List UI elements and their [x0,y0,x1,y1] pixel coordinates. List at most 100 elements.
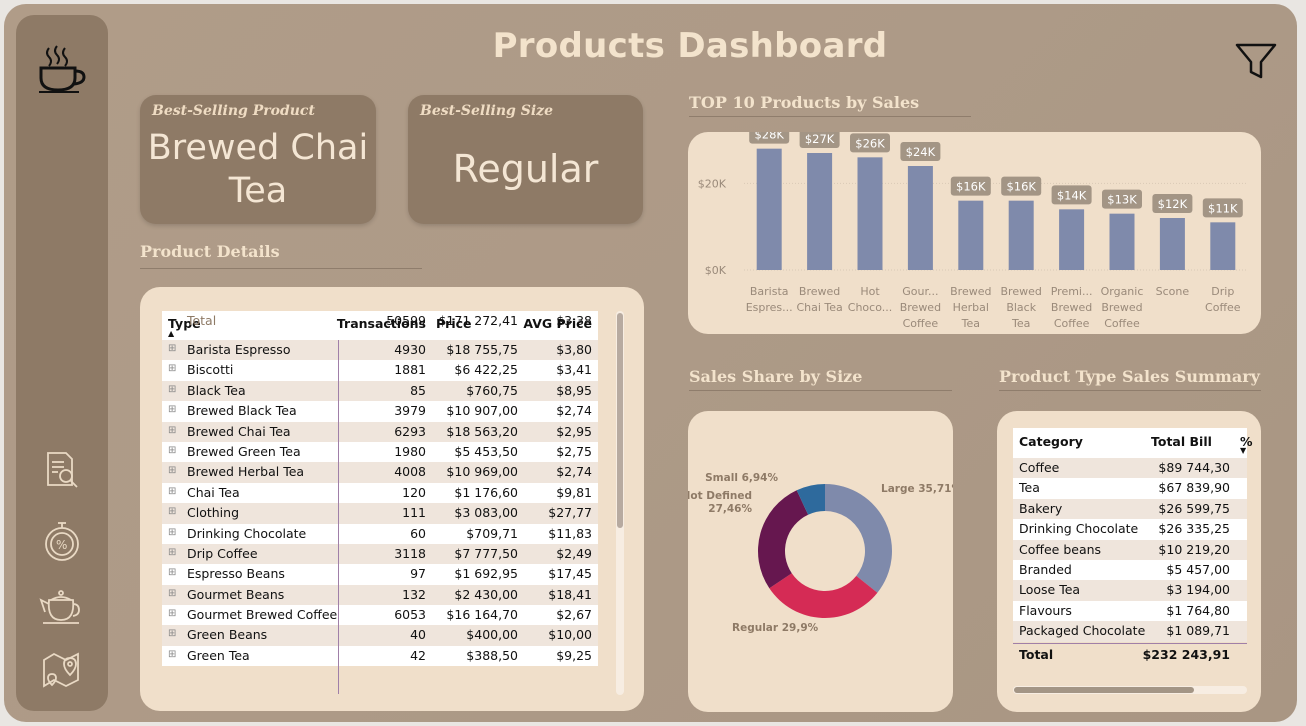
table-row[interactable]: Packaged Chocolate $1 089,71 [1013,621,1247,642]
table-row[interactable]: ⊞ Brewed Herbal Tea 4008 $10 969,00 $2,74 [162,462,598,483]
section-title-top10: TOP 10 Products by Sales [689,93,920,112]
bar [857,157,883,270]
table-row[interactable]: ⊞ Clothing 111 $3 083,00 $27,77 [162,503,598,524]
table-row[interactable]: Drinking Chocolate $26 335,25 [1013,519,1247,540]
cell-total-bill: $10 219,20 [1158,541,1230,557]
table-row[interactable]: Bakery $26 599,75 [1013,498,1247,520]
map-location-icon[interactable] [16,650,108,690]
table-row[interactable]: ⊞ Black Tea 85 $760,75 $8,95 [162,380,598,402]
teapot-icon[interactable] [16,588,108,626]
bar [907,166,933,270]
x-tick-label: Brewed [799,285,840,298]
x-tick-label: Coffee [1104,317,1140,330]
table-row[interactable]: ⊞ Green Beans 40 $400,00 $10,00 [162,625,598,646]
column-header-category[interactable]: Category [1019,434,1083,449]
table-row[interactable]: ⊞ Drinking Chocolate 60 $709,71 $11,83 [162,523,598,544]
expand-icon[interactable]: ⊞ [168,465,176,476]
horizontal-scrollbar-thumb[interactable] [1014,687,1194,693]
cell-transactions: 120 [402,484,426,500]
cell-transactions: 111 [402,505,426,521]
table-row[interactable]: ⊞ Drip Coffee 3118 $7 777,50 $2,49 [162,543,598,565]
table-row[interactable]: Tea $67 839,90 [1013,478,1247,499]
divider [140,268,422,269]
cell-type: Chai Tea [187,484,240,500]
expand-icon[interactable]: ⊞ [168,527,176,538]
cell-total-bill: $5 457,00 [1166,561,1230,577]
expand-icon[interactable]: ⊞ [168,628,176,639]
donut-slice [769,573,878,618]
coffee-cup-icon[interactable] [16,44,108,96]
expand-icon[interactable]: ⊞ [168,363,176,374]
table-row[interactable]: ⊞ Espresso Beans 97 $1 692,95 $17,45 [162,564,598,585]
table-row[interactable]: ⊞ Gourmet Beans 132 $2 430,00 $18,41 [162,584,598,606]
bar [958,200,984,270]
table-row[interactable]: ⊞ Chai Tea 120 $1 176,60 $9,81 [162,482,598,504]
scrollbar-thumb[interactable] [617,313,623,528]
expand-icon[interactable]: ⊞ [168,567,176,578]
table-row[interactable]: Flavours $1 764,80 [1013,600,1247,622]
expand-icon[interactable]: ⊞ [168,608,176,619]
divider [999,390,1261,391]
expand-icon[interactable]: ⊞ [168,486,176,497]
cell-type: Gourmet Beans [187,586,285,602]
cell-transactions: 60 [410,525,426,541]
cell-transactions: 6293 [394,423,426,439]
top10-bar-chart: $0K $20K $28K Barista Espres... $27K Brewed Cha… [698,132,1248,330]
table-row[interactable]: ⊞ Gourmet Brewed Coffee 6053 $16 164,70 $2,6… [162,605,598,626]
data-label: $24K [906,145,936,159]
bar [1059,209,1085,270]
divider [689,116,971,117]
table-row[interactable]: ⊞ Brewed Black Tea 3979 $10 907,00 $2,74 [162,401,598,422]
donut-slice [758,490,809,589]
table-row[interactable]: Loose Tea $3 194,00 [1013,580,1247,601]
cell-price: $18 755,75 [446,342,518,357]
expand-icon[interactable]: ⊞ [168,506,176,517]
cell-avg-price: $3,80 [556,342,592,357]
x-tick-label: Choco... [848,301,892,314]
expand-icon[interactable]: ⊞ [168,445,176,456]
cell-type: Drinking Chocolate [187,525,307,541]
sort-ascending-icon: ▲ [168,329,175,338]
discount-stopwatch-icon[interactable]: % [16,520,108,562]
section-title-size-share: Sales Share by Size [689,367,863,386]
expand-icon[interactable]: ⊞ [168,384,176,395]
report-search-icon[interactable] [16,450,108,490]
table-row[interactable]: ⊞ Barista Espresso 4930 $18 755,75 $3,80 [162,340,598,361]
data-label: $16K [956,180,986,194]
x-tick-label: Coffee [1205,301,1241,314]
expand-icon[interactable]: ⊞ [168,547,176,558]
x-tick-label: Gour... [902,285,938,298]
table-header: Category Total Bill % ▼ [1013,428,1253,458]
expand-icon[interactable]: ⊞ [168,343,176,354]
column-header-total-bill[interactable]: Total Bill [1151,434,1212,449]
bar [756,148,782,270]
expand-icon[interactable]: ⊞ [168,404,176,415]
x-tick-label: Brewed [1051,301,1092,314]
filter-icon[interactable] [1234,42,1278,86]
table-row[interactable]: Coffee beans $10 219,20 [1013,539,1247,560]
slice-label: Large 35,71% [881,483,953,495]
table-total-row: Total $232 243,91 [1013,644,1247,664]
product-details-table: Type ▲ Transactions Price AVG Price ⊞ Bar… [162,311,598,667]
table-row[interactable]: Branded $5 457,00 [1013,559,1247,581]
table-row[interactable]: ⊞ Brewed Green Tea 1980 $5 453,50 $2,75 [162,441,598,463]
table-row[interactable]: ⊞ Green Tea 42 $388,50 $9,25 [162,645,598,667]
cell-transactions: 40 [410,627,426,643]
kpi-best-selling-product: Best-Selling Product Brewed Chai Tea [140,95,376,224]
cell-transactions: 6053 [394,607,426,623]
cell-price: $1 176,60 [454,484,518,500]
x-tick-label: Scone [1156,285,1190,298]
data-label: $26K [855,136,885,150]
page-title: Products Dashboard [492,26,888,66]
table-row[interactable]: Coffee $89 744,30 [1013,458,1247,479]
table-row[interactable]: ⊞ Brewed Chai Tea 6293 $18 563,20 $2,95 [162,421,598,442]
expand-icon[interactable]: ⊞ [168,425,176,436]
data-label: $28K [754,132,784,142]
expand-icon[interactable]: ⊞ [168,649,176,660]
column-divider [338,340,339,694]
cell-category: Drinking Chocolate [1019,521,1139,537]
table-row[interactable]: ⊞ Biscotti 1881 $6 422,25 $3,41 [162,360,598,381]
expand-icon[interactable]: ⊞ [168,588,176,599]
cell-avg-price: $8,95 [556,382,592,398]
cell-type: Green Beans [187,627,268,643]
